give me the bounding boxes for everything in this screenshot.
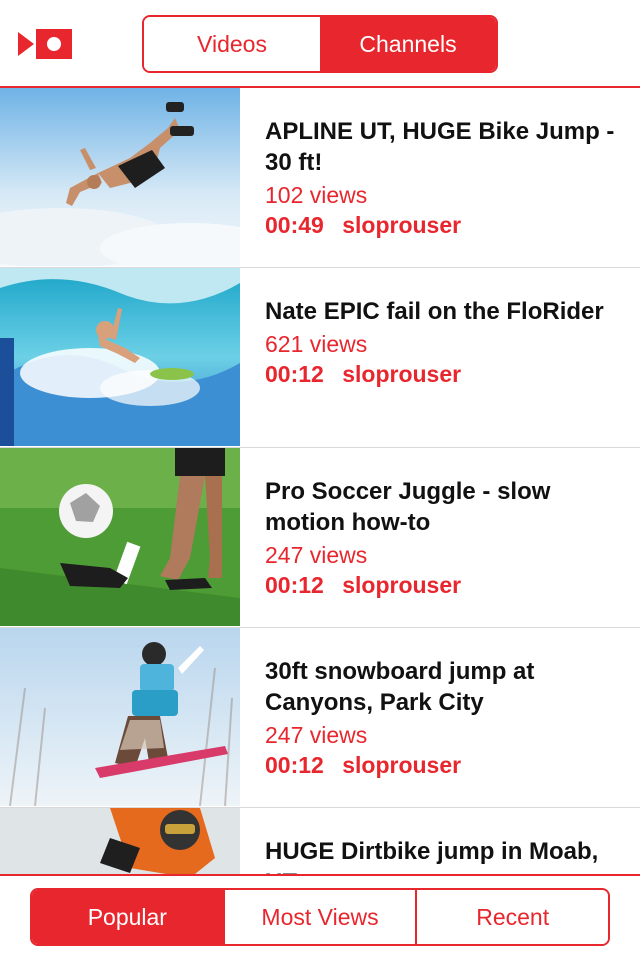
- video-views: 247 views: [265, 542, 368, 568]
- bottom-bar: Popular Most Views Recent: [0, 874, 640, 960]
- video-title: Nate EPIC fail on the FloRider: [265, 298, 604, 325]
- video-thumbnail[interactable]: [0, 448, 240, 626]
- video-info: HUGE Dirtbike jump in Moab, UT: [265, 836, 625, 874]
- tab-recent[interactable]: Recent: [415, 890, 608, 944]
- app-header: Videos Channels: [0, 0, 640, 88]
- video-views: 102 views: [265, 182, 368, 208]
- video-views: 247 views: [265, 722, 368, 748]
- video-views: 621 views: [265, 331, 368, 357]
- video-thumbnail[interactable]: [0, 88, 240, 266]
- video-meta: 00:12 sloprouser: [265, 359, 625, 389]
- video-thumbnail[interactable]: [0, 808, 240, 874]
- video-meta: 00:12 sloprouser: [265, 570, 625, 600]
- video-duration: 00:49: [265, 212, 324, 238]
- video-row[interactable]: 30ft snowboard jump at Canyons, Park Cit…: [0, 628, 640, 808]
- video-title: APLINE UT, HUGE Bike Jump - 30 ft!: [265, 118, 615, 176]
- tab-videos[interactable]: Videos: [144, 17, 320, 71]
- video-row[interactable]: Pro Soccer Juggle - slow motion how-to 2…: [0, 448, 640, 628]
- video-title: HUGE Dirtbike jump in Moab, UT: [265, 838, 599, 874]
- video-list[interactable]: APLINE UT, HUGE Bike Jump - 30 ft! 102 v…: [0, 88, 640, 874]
- video-info: APLINE UT, HUGE Bike Jump - 30 ft! 102 v…: [265, 116, 625, 240]
- video-row[interactable]: Nate EPIC fail on the FloRider 621 views…: [0, 268, 640, 448]
- top-segmented-control: Videos Channels: [142, 15, 498, 73]
- video-user[interactable]: sloprouser: [342, 212, 461, 238]
- video-duration: 00:12: [265, 572, 324, 598]
- video-thumbnail[interactable]: [0, 628, 240, 806]
- video-user[interactable]: sloprouser: [342, 361, 461, 387]
- video-meta: 00:12 sloprouser: [265, 750, 625, 780]
- video-user[interactable]: sloprouser: [342, 752, 461, 778]
- video-user[interactable]: sloprouser: [342, 572, 461, 598]
- video-camera-logo-icon[interactable]: [18, 29, 72, 59]
- video-title: Pro Soccer Juggle - slow motion how-to: [265, 478, 551, 536]
- tab-popular[interactable]: Popular: [32, 890, 223, 944]
- video-row[interactable]: APLINE UT, HUGE Bike Jump - 30 ft! 102 v…: [0, 88, 640, 268]
- video-duration: 00:12: [265, 361, 324, 387]
- video-duration: 00:12: [265, 752, 324, 778]
- video-meta: 00:49 sloprouser: [265, 210, 625, 240]
- video-row[interactable]: HUGE Dirtbike jump in Moab, UT: [0, 808, 640, 874]
- tab-channels[interactable]: Channels: [320, 17, 496, 71]
- video-title: 30ft snowboard jump at Canyons, Park Cit…: [265, 658, 535, 716]
- tab-most-views[interactable]: Most Views: [222, 890, 416, 944]
- bottom-segmented-control: Popular Most Views Recent: [30, 888, 610, 946]
- video-info: Nate EPIC fail on the FloRider 621 views…: [265, 296, 625, 389]
- video-thumbnail[interactable]: [0, 268, 240, 446]
- video-info: 30ft snowboard jump at Canyons, Park Cit…: [265, 656, 625, 780]
- video-info: Pro Soccer Juggle - slow motion how-to 2…: [265, 476, 625, 600]
